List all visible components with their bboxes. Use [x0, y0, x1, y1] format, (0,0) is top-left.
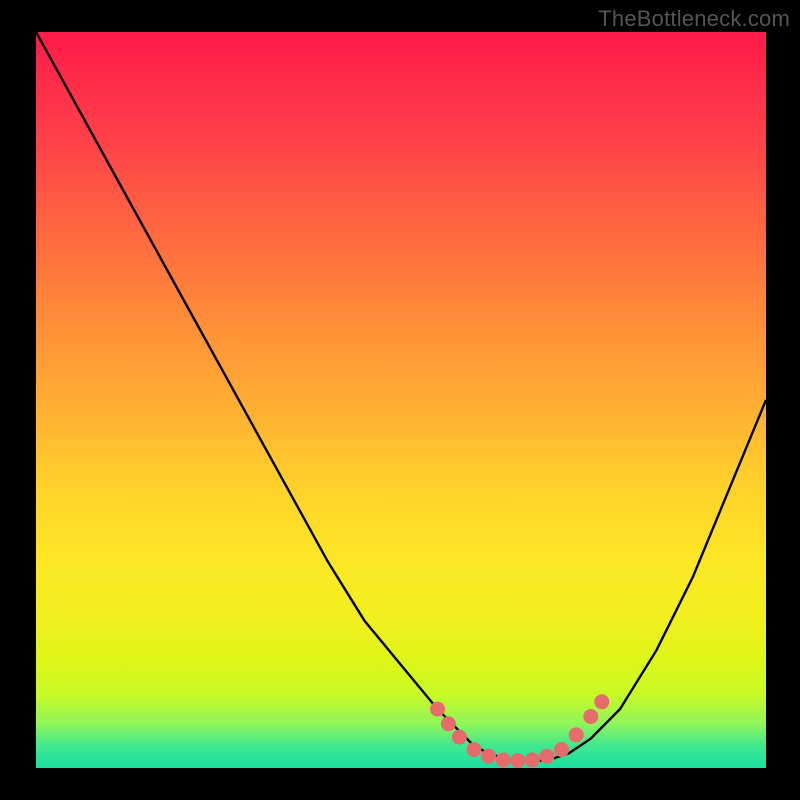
curve-marker [430, 702, 445, 717]
curve-marker [496, 752, 511, 767]
bottleneck-curve-line [36, 32, 766, 761]
curve-marker [441, 716, 456, 731]
curve-marker [510, 753, 525, 768]
curve-marker [540, 749, 555, 764]
curve-markers-group [430, 694, 609, 768]
curve-marker [452, 730, 467, 745]
chart-plot-area [36, 32, 766, 768]
watermark-text: TheBottleneck.com [598, 6, 790, 32]
curve-marker [467, 742, 482, 757]
curve-marker [594, 694, 609, 709]
curve-marker [554, 742, 569, 757]
chart-svg [36, 32, 766, 768]
curve-marker [481, 749, 496, 764]
curve-marker [569, 727, 584, 742]
curve-marker [525, 752, 540, 767]
curve-marker [583, 709, 598, 724]
